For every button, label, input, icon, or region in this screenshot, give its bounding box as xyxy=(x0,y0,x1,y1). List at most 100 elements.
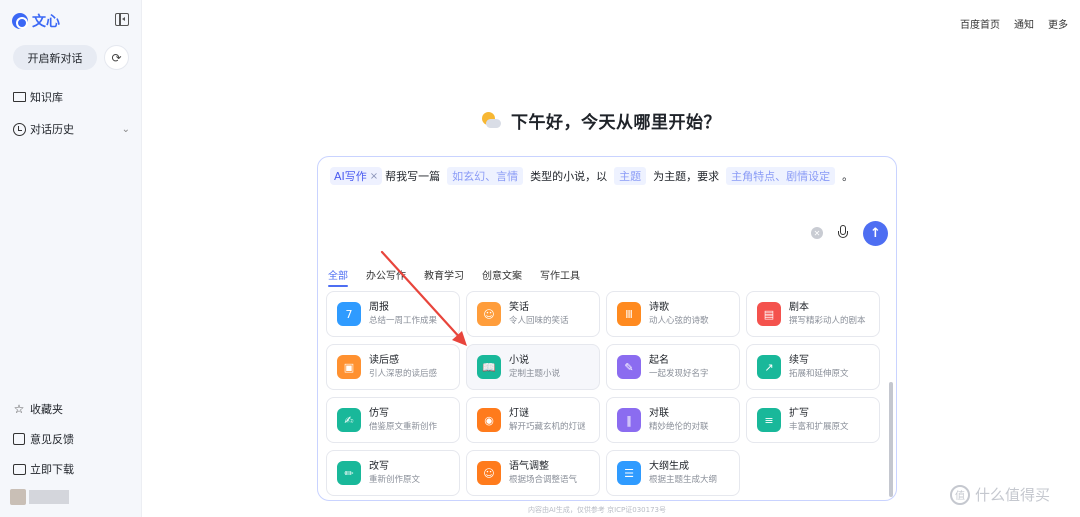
card-title: 读后感 xyxy=(369,354,399,366)
sidebar-item-download[interactable]: 立即下载 xyxy=(12,461,130,477)
sidebar-item-knowledge-base[interactable]: 知识库 xyxy=(12,89,130,105)
card-text: 对联 精妙绝伦的对联 xyxy=(649,407,709,434)
watermark-text: 什么值得买 xyxy=(975,486,1051,504)
template-card[interactable]: ≡ 扩写 丰富和扩展原文 xyxy=(746,397,880,443)
download-icon xyxy=(12,462,26,476)
card-title: 灯谜 xyxy=(509,407,529,419)
card-text: 大纲生成根据主题生成大纲 xyxy=(649,460,717,487)
card-text: 灯谜 解开巧藏玄机的灯谜 xyxy=(509,407,586,434)
sidebar-item-label: 意见反馈 xyxy=(30,433,74,446)
rewrite-icon: ✏ xyxy=(337,461,361,485)
sidebar-item-favorites[interactable]: ☆ 收藏夹 xyxy=(12,401,130,417)
card-text: 周报 总结一周工作成果 xyxy=(369,301,437,328)
card-text: 诗歌 动人心弦的诗歌 xyxy=(649,301,709,328)
sidebar: 文心 开启新对话 ⟳ 知识库 对话历史 ⌄ ☆ 收藏夹 意见反馈 立即下载 xyxy=(0,0,142,517)
card-title: 扩写 xyxy=(789,407,809,419)
template-card[interactable]: ◉ 灯谜 解开巧藏玄机的灯谜 xyxy=(466,397,600,443)
clock-icon xyxy=(12,122,26,136)
card-text: 笑话 令人回味的笑话 xyxy=(509,301,569,328)
close-icon[interactable]: × xyxy=(370,171,378,182)
card-title: 诗歌 xyxy=(649,301,669,313)
template-card[interactable]: ✎ 起名 一起发现好名字 xyxy=(606,344,740,390)
new-chat-button[interactable]: 开启新对话 xyxy=(13,45,97,70)
baidu-home-link[interactable]: 百度首页 xyxy=(960,16,1000,31)
notes-icon: ▣ xyxy=(337,355,361,379)
prompt-text: 类型的小说，以 xyxy=(530,170,608,183)
card-text: 改写 重新创作原文 xyxy=(369,460,420,487)
template-card[interactable]: ↗ 续写 拓展和延伸原文 xyxy=(746,344,880,390)
send-button[interactable]: ↑ xyxy=(863,221,888,246)
template-grid: 7 周报 总结一周工作成果 ☺ 笑话 令人回味的笑话 Ⅲ 诗歌 动人心弦的诗歌 ▤ 剧本 撰写精彩动人… xyxy=(326,291,880,496)
card-title: 续写 xyxy=(789,354,809,366)
sidebar-collapse-icon[interactable] xyxy=(115,13,129,26)
continue-write-icon: ↗ xyxy=(757,355,781,379)
scrollbar[interactable] xyxy=(889,382,893,497)
genre-slot[interactable]: 如玄幻、言情 xyxy=(447,167,524,185)
card-subtitle: 一起发现好名字 xyxy=(649,368,709,379)
chevron-down-icon[interactable]: ⌄ xyxy=(122,124,130,135)
template-card[interactable]: ☺ 笑话 令人回味的笑话 xyxy=(466,291,600,337)
card-subtitle: 重新创作原文 xyxy=(369,474,421,485)
card-title: 改写 xyxy=(369,460,389,472)
tab-0[interactable]: 全部 xyxy=(328,267,348,287)
requirements-slot[interactable]: 主角特点、剧情设定 xyxy=(726,167,836,185)
sidebar-item-feedback[interactable]: 意见反馈 xyxy=(12,431,130,447)
card-text: 扩写 丰富和扩展原文 xyxy=(789,407,849,434)
template-card[interactable]: ☺ 语气调整 根据场合调整语气 xyxy=(466,450,600,496)
card-subtitle: 令人回味的笑话 xyxy=(509,315,569,326)
template-card[interactable]: ✏ 改写重新创作原文 xyxy=(326,450,460,496)
prompt-template[interactable]: AI写作 × 帮我写一篇 如玄幻、言情 类型的小说，以 主题 为主题，要求 主角… xyxy=(330,167,856,185)
logo[interactable]: 文心 xyxy=(12,11,60,31)
more-link[interactable]: 更多 xyxy=(1048,16,1068,31)
tone-icon: ☺ xyxy=(477,461,501,485)
tab-1[interactable]: 办公写作 xyxy=(366,267,406,282)
folder-icon xyxy=(12,90,26,104)
prompt-input-card[interactable]: AI写作 × 帮我写一篇 如玄幻、言情 类型的小说，以 主题 为主题，要求 主角… xyxy=(317,156,897,501)
sidebar-item-chat-history[interactable]: 对话历史 ⌄ xyxy=(12,121,130,137)
card-title: 剧本 xyxy=(789,301,809,313)
template-card[interactable]: 📖 小说 定制主题小说 xyxy=(466,344,600,390)
book-icon: 📖 xyxy=(477,355,501,379)
template-card[interactable]: 7 周报 总结一周工作成果 xyxy=(326,291,460,337)
card-subtitle: 借鉴原文重新创作 xyxy=(369,421,438,432)
sidebar-item-label: 收藏夹 xyxy=(30,403,63,416)
arrow-up-icon: ↑ xyxy=(870,226,881,241)
template-card[interactable]: ☰ 大纲生成 根据主题生成大纲 xyxy=(606,450,740,496)
user-name-redacted xyxy=(29,490,69,504)
refresh-icon[interactable]: ⟳ xyxy=(104,45,129,70)
expand-icon: ≡ xyxy=(757,408,781,432)
card-subtitle: 精妙绝伦的对联 xyxy=(649,421,709,432)
theme-slot[interactable]: 主题 xyxy=(614,167,647,185)
card-title: 小说 xyxy=(509,354,529,366)
card-text: 读后感引人深思的读后感 xyxy=(369,354,437,381)
tab-3[interactable]: 创意文案 xyxy=(482,267,522,282)
card-subtitle: 引人深思的读后感 xyxy=(369,368,438,379)
tab-2[interactable]: 教育学习 xyxy=(424,267,464,282)
clear-icon[interactable]: ✕ xyxy=(811,227,823,239)
logo-text: 文心 xyxy=(32,14,60,30)
template-card[interactable]: ✍ 仿写借鉴原文重新创作 xyxy=(326,397,460,443)
microphone-icon[interactable] xyxy=(837,225,849,241)
ai-writing-tag[interactable]: AI写作 × xyxy=(330,167,383,185)
prompt-text: 帮我写一篇 xyxy=(385,170,441,183)
user-profile[interactable] xyxy=(10,489,69,505)
template-card[interactable]: ▤ 剧本 撰写精彩动人的剧本 xyxy=(746,291,880,337)
card-title: 仿写 xyxy=(369,407,389,419)
template-card[interactable]: ▣ 读后感引人深思的读后感 xyxy=(326,344,460,390)
category-tabs: 全部 办公写作 教育学习 创意文案 写作工具 xyxy=(328,267,580,287)
card-subtitle: 撰写精彩动人的剧本 xyxy=(789,315,866,326)
card-subtitle: 根据场合调整语气 xyxy=(509,474,578,485)
top-links: 百度首页 通知 更多 xyxy=(960,16,1068,31)
calendar-icon: 7 xyxy=(337,302,361,326)
greeting-text: 下午好，今天从哪里开始？ xyxy=(511,113,721,133)
tab-4[interactable]: 写作工具 xyxy=(540,267,580,282)
sidebar-item-label: 知识库 xyxy=(30,91,63,104)
template-card[interactable]: ‖ 对联 精妙绝伦的对联 xyxy=(606,397,740,443)
card-text: 语气调整 根据场合调整语气 xyxy=(509,460,577,487)
card-subtitle: 根据主题生成大纲 xyxy=(649,474,718,485)
card-title: 大纲生成 xyxy=(649,460,689,472)
tag-label: AI写作 xyxy=(334,170,367,183)
notifications-link[interactable]: 通知 xyxy=(1014,16,1034,31)
imitate-icon: ✍ xyxy=(337,408,361,432)
template-card[interactable]: Ⅲ 诗歌 动人心弦的诗歌 xyxy=(606,291,740,337)
